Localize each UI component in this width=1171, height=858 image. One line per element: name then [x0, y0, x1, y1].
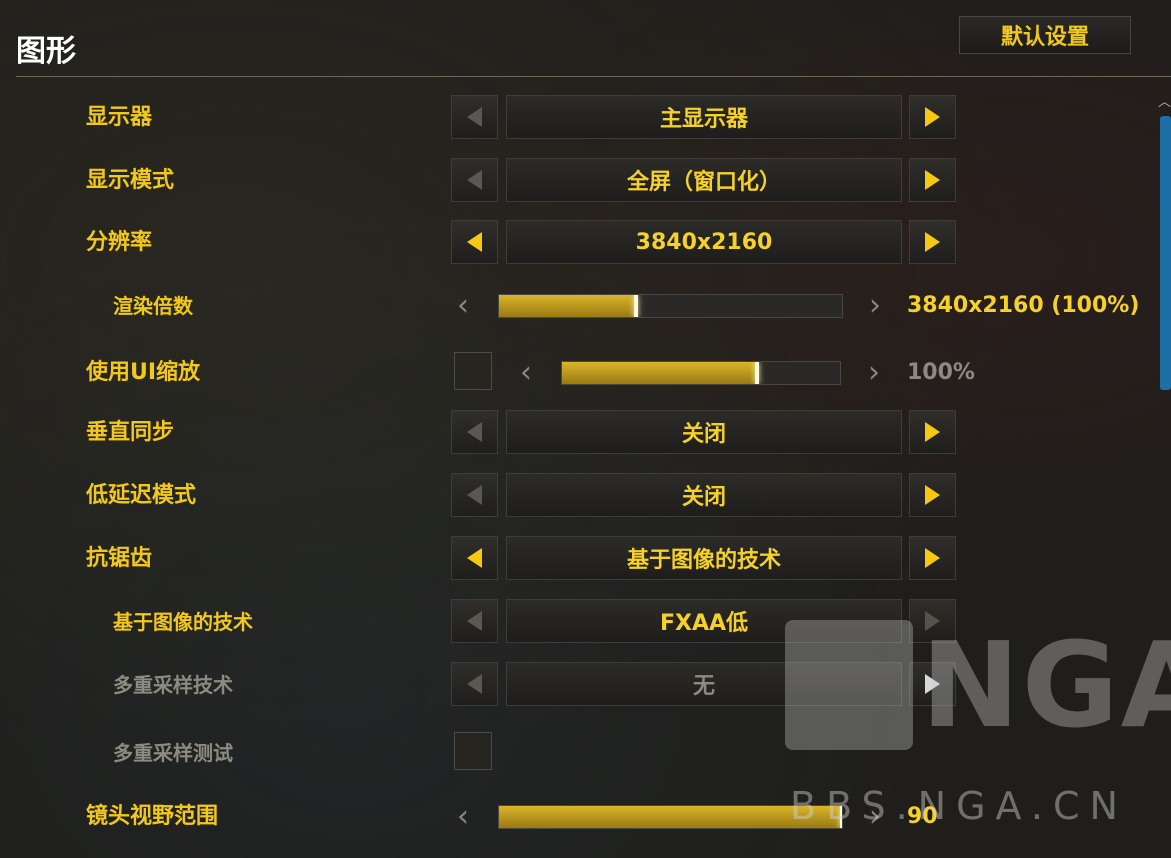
chevron-left-icon[interactable]: ‹ [451, 283, 475, 329]
anti-aliasing-value: 基于图像的技术 [506, 536, 902, 580]
fov-slider[interactable] [498, 805, 843, 829]
anti-aliasing-next-button[interactable] [909, 536, 956, 580]
arrow-right-icon [925, 422, 940, 442]
default-settings-button[interactable]: 默认设置 [959, 16, 1131, 54]
ui-scale-value: 100% [907, 360, 975, 385]
setting-row-anti-aliasing: 抗锯齿 基于图像的技术 [0, 536, 1171, 582]
setting-row-resolution: 分辨率 3840x2160 [0, 220, 1171, 266]
low-latency-prev-button[interactable] [451, 473, 498, 517]
arrow-right-icon [925, 232, 940, 252]
setting-label-resolution: 分辨率 [86, 230, 153, 255]
low-latency-next-button[interactable] [909, 473, 956, 517]
setting-row-multisample: 多重采样技术 无 [0, 662, 1171, 708]
image-based-value: FXAA低 [506, 599, 902, 643]
render-scale-fill [499, 295, 639, 317]
display-mode-prev-button[interactable] [451, 158, 498, 202]
arrow-left-icon [467, 232, 482, 252]
render-scale-slider[interactable] [498, 294, 843, 318]
chevron-right-icon[interactable]: › [863, 794, 887, 840]
ui-scale-slider[interactable] [561, 361, 841, 385]
resolution-next-button[interactable] [909, 220, 956, 264]
setting-label-multisample: 多重采样技术 [113, 673, 233, 697]
chevron-right-icon[interactable]: › [863, 283, 887, 329]
slider-handle[interactable] [840, 806, 842, 828]
setting-row-image-based: 基于图像的技术 FXAA低 [0, 599, 1171, 645]
arrow-right-icon [925, 170, 940, 190]
arrow-right-icon [925, 107, 940, 127]
setting-row-vsync: 垂直同步 关闭 [0, 410, 1171, 456]
fov-value: 90 [907, 804, 938, 829]
vsync-next-button[interactable] [909, 410, 956, 454]
monitor-value: 主显示器 [506, 95, 902, 139]
setting-row-fov: 镜头视野范围 ‹ › 90 [0, 794, 1171, 840]
arrow-right-icon [925, 548, 940, 568]
slider-handle[interactable] [634, 295, 639, 317]
setting-label-vsync: 垂直同步 [86, 420, 175, 445]
arrow-left-icon [467, 422, 482, 442]
multisample-next-button[interactable] [909, 662, 956, 706]
arrow-left-icon [467, 170, 482, 190]
arrow-right-icon [925, 611, 940, 631]
monitor-prev-button[interactable] [451, 95, 498, 139]
chevron-left-icon[interactable]: ‹ [514, 350, 538, 396]
setting-row-multisample-test: 多重采样测试 [0, 730, 1171, 776]
setting-label-anti-aliasing: 抗锯齿 [86, 546, 153, 571]
setting-label-multisample-test: 多重采样测试 [113, 741, 233, 765]
image-based-prev-button[interactable] [451, 599, 498, 643]
setting-label-monitor: 显示器 [86, 105, 153, 130]
anti-aliasing-prev-button[interactable] [451, 536, 498, 580]
arrow-left-icon [467, 611, 482, 631]
setting-label-render-scale: 渲染倍数 [113, 294, 193, 318]
setting-label-image-based: 基于图像的技术 [113, 610, 253, 634]
setting-row-ui-scale: 使用UI缩放 ‹ › 100% [0, 350, 1171, 396]
arrow-left-icon [467, 548, 482, 568]
monitor-next-button[interactable] [909, 95, 956, 139]
arrow-left-icon [467, 107, 482, 127]
arrow-right-icon [925, 485, 940, 505]
arrow-left-icon [467, 674, 482, 694]
setting-row-render-scale: 渲染倍数 ‹ › 3840x2160 (100%) [0, 283, 1171, 329]
low-latency-value: 关闭 [506, 473, 902, 517]
arrow-right-icon [925, 674, 940, 694]
multisample-test-checkbox[interactable] [454, 732, 492, 770]
display-mode-next-button[interactable] [909, 158, 956, 202]
ui-scale-checkbox[interactable] [454, 352, 492, 390]
title-divider [16, 76, 1171, 77]
resolution-value: 3840x2160 [506, 220, 902, 264]
display-mode-value: 全屏（窗口化） [506, 158, 902, 202]
setting-row-monitor: 显示器 主显示器 [0, 95, 1171, 141]
setting-label-fov: 镜头视野范围 [86, 804, 219, 829]
multisample-value: 无 [506, 662, 902, 706]
setting-label-ui-scale: 使用UI缩放 [86, 360, 201, 385]
chevron-left-icon[interactable]: ‹ [451, 794, 475, 840]
chevron-right-icon[interactable]: › [862, 350, 886, 396]
setting-label-display-mode: 显示模式 [86, 168, 175, 193]
slider-handle[interactable] [754, 362, 759, 384]
vsync-value: 关闭 [506, 410, 902, 454]
setting-row-display-mode: 显示模式 全屏（窗口化） [0, 158, 1171, 204]
resolution-prev-button[interactable] [451, 220, 498, 264]
image-based-next-button[interactable] [909, 599, 956, 643]
fov-fill [499, 806, 842, 828]
setting-label-low-latency: 低延迟模式 [86, 483, 197, 508]
multisample-prev-button[interactable] [451, 662, 498, 706]
render-scale-value: 3840x2160 (100%) [907, 293, 1140, 318]
page-title: 图形 [16, 34, 76, 69]
ui-scale-fill [562, 362, 759, 384]
vsync-prev-button[interactable] [451, 410, 498, 454]
arrow-left-icon [467, 485, 482, 505]
setting-row-low-latency: 低延迟模式 关闭 [0, 473, 1171, 519]
